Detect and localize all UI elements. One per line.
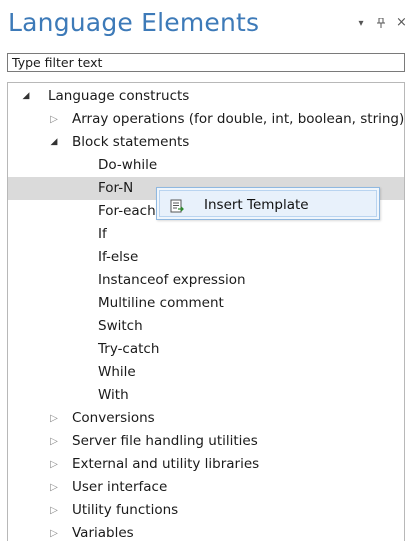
collapse-arrow-icon[interactable]: ▷ [48, 430, 60, 453]
tree-item-label: External and utility libraries [72, 456, 260, 472]
tree-item-label: For-N [98, 180, 134, 196]
tree-item[interactable]: ▷ Server file handling utilities [8, 430, 404, 453]
tree-item-label: If [98, 226, 107, 242]
tree-item[interactable]: ▷ External and utility libraries [8, 453, 404, 476]
collapse-arrow-icon[interactable]: ▷ [48, 108, 60, 131]
tree-item[interactable]: ◢ Block statements [8, 131, 404, 154]
panel-title: Language Elements [8, 8, 260, 37]
tree-item-label: With [98, 387, 129, 403]
tree-item[interactable]: ▷ User interface [8, 476, 404, 499]
tree-item-label: Server file handling utilities [72, 433, 258, 449]
tree-item[interactable]: Switch [8, 315, 404, 338]
tree-item[interactable]: ▷ Utility functions [8, 499, 404, 522]
context-menu: Insert Template [156, 187, 380, 220]
dropdown-icon[interactable]: ▾ [356, 18, 366, 31]
tree-item-label: Variables [72, 525, 134, 541]
tree-item[interactable]: If [8, 223, 404, 246]
tree-item-label: Array operations (for double, int, boole… [72, 111, 405, 127]
tree-item-label: If-else [98, 249, 139, 265]
context-menu-item-label: Insert Template [204, 197, 309, 213]
collapse-arrow-icon[interactable]: ▷ [48, 499, 60, 522]
tree-item[interactable]: While [8, 361, 404, 384]
panel-title-actions: ▾ × [356, 15, 407, 31]
tree-item-label: Conversions [72, 410, 155, 426]
tree-item-label: For-each [98, 203, 156, 219]
context-menu-item-insert-template[interactable]: Insert Template [159, 190, 377, 217]
tree-item[interactable]: ▷ Array operations (for double, int, bool… [8, 108, 404, 131]
tree-item[interactable]: Instanceof expression [8, 269, 404, 292]
pin-icon[interactable] [376, 17, 386, 31]
tree-item[interactable]: If-else [8, 246, 404, 269]
tree-item[interactable]: Multiline comment [8, 292, 404, 315]
tree-item-label: Utility functions [72, 502, 179, 518]
collapse-arrow-icon[interactable]: ▷ [48, 407, 60, 430]
tree-item-label: While [98, 364, 136, 380]
tree-item-label: Block statements [72, 134, 190, 150]
collapse-arrow-icon[interactable]: ▷ [48, 522, 60, 541]
tree-item[interactable]: ▷ Conversions [8, 407, 404, 430]
collapse-arrow-icon[interactable]: ▷ [48, 476, 60, 499]
tree-item[interactable]: Do-while [8, 154, 404, 177]
tree-item-label: Instanceof expression [98, 272, 246, 288]
language-elements-tree: ◢ Language constructs ▷ Array operations (f… [7, 82, 405, 541]
filter-input[interactable]: Type filter text [7, 53, 405, 72]
expand-arrow-icon[interactable]: ◢ [48, 131, 60, 154]
close-icon[interactable]: × [396, 15, 407, 31]
tree-item-label: Do-while [98, 157, 158, 173]
expand-arrow-icon[interactable]: ◢ [20, 85, 32, 108]
collapse-arrow-icon[interactable]: ▷ [48, 453, 60, 476]
tree-item-label: Multiline comment [98, 295, 224, 311]
tree-item[interactable]: ◢ Language constructs [8, 85, 404, 108]
tree-item[interactable]: Try-catch [8, 338, 404, 361]
tree-item[interactable]: With [8, 384, 404, 407]
tree-item-label: Language constructs [48, 88, 190, 104]
tree-item[interactable]: ▷ Variables [8, 522, 404, 541]
insert-template-icon [170, 198, 184, 213]
tree-item-label: User interface [72, 479, 168, 495]
tree-item-label: Switch [98, 318, 143, 334]
tree-item-label: Try-catch [98, 341, 160, 357]
